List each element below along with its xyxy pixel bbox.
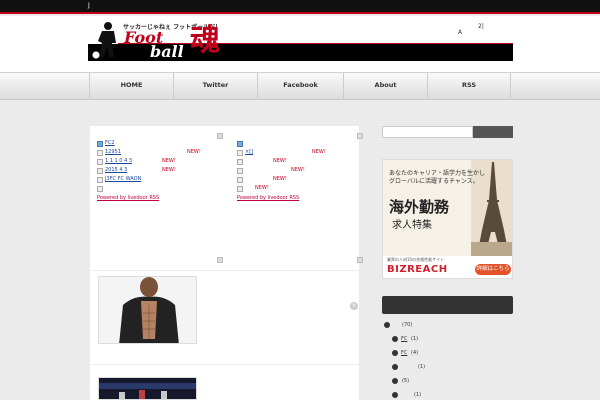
widget-corner-icon — [217, 133, 223, 139]
feed-item[interactable]: NEW! — [237, 176, 365, 185]
document-icon — [97, 159, 103, 165]
new-label: NEW! — [273, 158, 287, 164]
section-divider — [90, 364, 359, 365]
stadium-photo-icon — [99, 378, 196, 399]
bullet-icon — [392, 350, 398, 356]
ad-detail-button[interactable]: 詳細はこちら — [475, 264, 511, 275]
feed-item[interactable]: FC2 — [97, 140, 225, 149]
nav-rss[interactable]: RSS — [427, 73, 511, 100]
category-count: (1) — [414, 392, 422, 398]
feed-link[interactable]: FC2 — [105, 140, 115, 146]
favicon-icon — [237, 141, 243, 147]
document-icon — [237, 177, 243, 183]
widget-corner-icon — [357, 133, 363, 139]
category-label[interactable]: FC — [401, 336, 407, 342]
ad-headline: 海外勤務 — [389, 198, 450, 216]
nav-facebook[interactable]: Facebook — [257, 73, 343, 100]
nav-home[interactable]: HOME — [89, 73, 173, 100]
category-count: (5) — [402, 378, 410, 384]
document-icon — [237, 168, 243, 174]
new-label: NEW! — [312, 149, 326, 155]
feed-item[interactable]: ×[] NEW! — [237, 149, 365, 158]
document-icon — [97, 168, 103, 174]
bullet-icon — [392, 378, 398, 384]
feed-item[interactable]: 2015 4 3 NEW! — [97, 167, 225, 176]
feed-item[interactable] — [97, 185, 225, 194]
feed-item[interactable]: NEW! — [237, 167, 365, 176]
feed-item[interactable]: 1 1 1 0 4 3 NEW! — [97, 158, 225, 167]
category-count: (1) — [411, 336, 419, 342]
top-bar-text: J — [88, 2, 90, 9]
search-input[interactable] — [382, 126, 473, 138]
top-bar: J — [0, 0, 600, 14]
bullet-icon — [392, 336, 398, 342]
category-count: (70) — [402, 322, 413, 328]
new-label: NEW! — [291, 167, 305, 173]
logo-kanji: 魂 — [190, 23, 220, 58]
rss-widget-right: ×[] NEW! NEW! NEW! NEW! NEW! Powered by … — [237, 130, 365, 263]
main-nav: HOME Twitter Facebook About RSS — [0, 72, 600, 100]
new-label: NEW! — [162, 167, 176, 173]
nav-twitter[interactable]: Twitter — [173, 73, 257, 100]
ad-banner[interactable]: あなたのキャリア・語学力を生かし グローバルに活躍するチャンス。 海外勤務 求人… — [382, 159, 513, 279]
new-label: NEW! — [162, 158, 176, 164]
powered-by-link[interactable]: Powered by livedoor RSS — [97, 195, 225, 201]
favicon-icon — [97, 141, 103, 147]
nav-about[interactable]: About — [343, 73, 427, 100]
football-player-icon — [91, 22, 116, 60]
feed-item[interactable]: J3FC FC WAON — [97, 176, 225, 185]
document-icon — [237, 186, 243, 192]
header-meta-2: 2| — [478, 23, 484, 30]
feed-link[interactable]: 2015 4 3 — [105, 167, 157, 173]
feed-item[interactable]: 12951 NEW! — [97, 149, 225, 158]
article-thumbnail[interactable] — [98, 377, 197, 400]
site-header: サッカーじゃねぇ フットボールだ！ Foot ball 魂 2| A — [0, 16, 600, 72]
feed-item[interactable] — [237, 140, 365, 149]
ad-small-text: 業界の人材10の合格性能サイト — [387, 257, 445, 262]
document-icon — [237, 159, 243, 165]
feed-link[interactable]: J3FC FC WAON — [105, 176, 180, 182]
new-label: NEW! — [187, 149, 201, 155]
new-label: NEW! — [273, 176, 287, 182]
bullet-icon — [392, 392, 398, 398]
ad-footer: 業界の人材10の合格性能サイト BIZREACH 詳細はこちら — [383, 256, 512, 278]
close-icon[interactable]: × — [350, 302, 358, 310]
new-label: NEW! — [255, 185, 269, 191]
widget-corner-icon — [217, 257, 223, 263]
search-form — [382, 126, 513, 138]
player-photo-icon — [99, 277, 196, 343]
article-thumbnail[interactable] — [98, 276, 197, 344]
document-icon — [97, 150, 103, 156]
ad-brand: BIZREACH — [387, 264, 448, 275]
feed-link[interactable]: ×[] — [245, 149, 307, 155]
widget-corner-icon — [357, 257, 363, 263]
ad-text-line: グローバルに活躍するチャンス。 — [389, 178, 479, 185]
search-button[interactable] — [473, 126, 513, 138]
rss-widget-left: FC2 12951 NEW! 1 1 1 0 4 3 NEW! 2015 4 3… — [97, 130, 225, 263]
document-icon — [97, 186, 103, 192]
document-icon — [237, 150, 243, 156]
feed-link[interactable]: 1 1 1 0 4 3 — [105, 158, 155, 164]
section-divider — [90, 270, 359, 271]
feed-item[interactable]: NEW! — [237, 158, 365, 167]
logo-word-ball: ball — [150, 42, 184, 61]
bullet-icon — [384, 322, 390, 328]
document-icon — [97, 177, 103, 183]
ad-subhead: 求人特集 — [392, 220, 432, 231]
category-label[interactable]: FC — [401, 350, 407, 356]
header-meta-a[interactable]: A — [458, 29, 462, 36]
powered-by-link[interactable]: Powered by livedoor RSS — [237, 195, 365, 201]
feed-item[interactable]: NEW! — [237, 185, 365, 194]
site-logo[interactable]: サッカーじゃねぇ フットボールだ！ Foot ball 魂 — [88, 21, 513, 61]
feed-link[interactable]: 12951 — [105, 149, 185, 155]
main-content: FC2 12951 NEW! 1 1 1 0 4 3 NEW! 2015 4 3… — [90, 126, 363, 400]
category-count: (4) — [411, 350, 419, 356]
bullet-icon — [392, 364, 398, 370]
category-heading — [382, 296, 513, 314]
category-count: (1) — [418, 364, 426, 370]
